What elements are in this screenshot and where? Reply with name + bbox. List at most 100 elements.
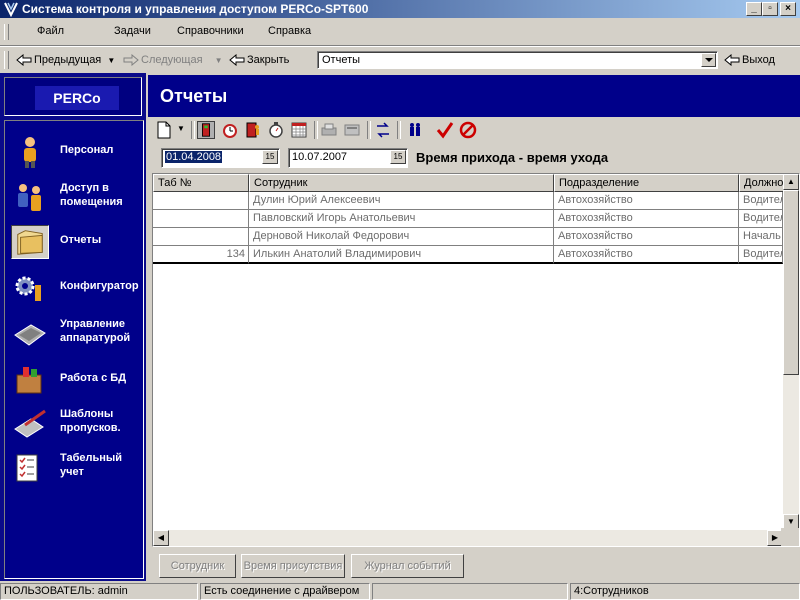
cell-employee: Дерновой Николай Федорович xyxy=(249,228,554,246)
terminal-icon[interactable] xyxy=(197,121,215,139)
event-log-button[interactable]: Журнал событий xyxy=(351,554,464,578)
cell-department: Автохозяйство xyxy=(554,228,739,246)
new-report-icon[interactable] xyxy=(155,121,173,139)
column-header-department[interactable]: Подразделение xyxy=(554,174,739,192)
cell-employee: Дулин Юрий Алексеевич xyxy=(249,192,554,210)
calendar-grid-icon[interactable] xyxy=(290,121,308,139)
report-selector-dropdown-icon[interactable] xyxy=(701,53,716,67)
date-from-calendar-button[interactable]: 15 xyxy=(262,150,278,164)
date-to-field[interactable]: 10.07.2007 15 xyxy=(288,148,408,168)
report-selector[interactable]: Отчеты xyxy=(317,51,718,69)
cancel-icon[interactable] xyxy=(459,121,477,139)
sidebar-item-label: Работа с БД xyxy=(60,372,127,384)
arrow-left-icon xyxy=(16,54,32,67)
timesheet-icon xyxy=(16,454,38,482)
new-report-dropdown-icon[interactable]: ▼ xyxy=(177,124,185,133)
exit-button[interactable]: Выход xyxy=(724,52,775,68)
date-from-field[interactable]: 01.04.2008 15 xyxy=(161,148,280,168)
menu-grip[interactable] xyxy=(4,24,9,40)
minimize-button[interactable]: _ xyxy=(746,2,762,16)
maximize-button[interactable]: ▫ xyxy=(762,2,778,16)
cell-position: Водител xyxy=(739,192,783,210)
date-to-calendar-button[interactable]: 15 xyxy=(390,150,406,164)
alarm-clock-icon[interactable] xyxy=(221,121,239,139)
door-exit-icon[interactable] xyxy=(244,121,262,139)
presence-time-button[interactable]: Время присутствия xyxy=(241,554,345,578)
table-row[interactable]: Дулин Юрий Алексеевич Автохозяйство Води… xyxy=(153,192,783,210)
checkmark-icon[interactable] xyxy=(436,121,454,139)
cell-tab xyxy=(153,210,249,228)
employees-icon[interactable] xyxy=(406,121,424,139)
menu-directories[interactable]: Справочники xyxy=(177,25,244,37)
sidebar-item-label: Отчеты xyxy=(60,234,102,246)
cell-tab xyxy=(153,228,249,246)
toolbar-separator xyxy=(314,121,318,139)
sidebar-item-label: Управление аппаратурой xyxy=(60,318,131,344)
horizontal-scroll-track[interactable] xyxy=(169,530,759,546)
table-row[interactable]: Дерновой Николай Федорович Автохозяйство… xyxy=(153,228,783,246)
close-label: Закрыть xyxy=(247,54,290,66)
cell-department: Автохозяйство xyxy=(554,210,739,228)
cell-department: Автохозяйство xyxy=(554,246,739,264)
toolbar-grip[interactable] xyxy=(4,51,9,69)
status-user: ПОЛЬЗОВАТЕЛЬ: admin xyxy=(0,583,198,600)
close-report-button[interactable]: Закрыть xyxy=(229,52,289,68)
arrow-right-icon xyxy=(123,54,139,67)
sidebar-item-hardware[interactable]: Управление аппаратурой xyxy=(5,313,143,355)
folder-icon xyxy=(11,225,49,259)
toolbar-separator xyxy=(191,121,195,139)
sidebar-item-timesheet[interactable]: Табельный учет xyxy=(5,447,143,489)
next-dropdown-icon[interactable]: ▼ xyxy=(215,56,223,65)
print-icon[interactable] xyxy=(320,121,338,139)
table-row[interactable]: Павловский Игорь Анатольевич Автохозяйст… xyxy=(153,210,783,228)
page-header: Отчеты xyxy=(148,75,800,117)
sidebar-item-label: Шаблоны пропусков. xyxy=(60,408,121,434)
report-table: Таб № Сотрудник Подразделение Должно Дул… xyxy=(152,173,800,547)
sidebar-item-pass-templates[interactable]: Шаблоны пропусков. xyxy=(5,403,143,445)
stopwatch-icon[interactable] xyxy=(267,121,285,139)
horizontal-scrollbar[interactable]: ◀ ▶ xyxy=(153,530,783,546)
column-header-employee[interactable]: Сотрудник xyxy=(249,174,554,192)
sidebar-item-label: Доступ в помещения xyxy=(60,182,123,208)
previous-label: Предыдущая xyxy=(34,54,102,66)
scroll-left-icon[interactable]: ◀ xyxy=(153,530,169,546)
report-toolbar: ▼ xyxy=(148,117,800,142)
sidebar-item-database[interactable]: Работа с БД xyxy=(5,359,143,401)
menu-tasks[interactable]: Задачи xyxy=(114,25,151,37)
status-bar: ПОЛЬЗОВАТЕЛЬ: admin Есть соединение с др… xyxy=(0,581,800,600)
next-label: Следующая xyxy=(141,54,203,66)
sidebar-item-configurator[interactable]: Конфигуратор xyxy=(5,267,143,309)
previous-button[interactable]: Предыдущая ▼ xyxy=(16,52,115,68)
vertical-scrollbar[interactable]: ▲ ▼ xyxy=(783,174,799,530)
next-button[interactable]: Следующая ▼ xyxy=(123,52,223,68)
status-driver-connection: Есть соединение с драйвером xyxy=(200,583,370,600)
title-bar[interactable]: Система контроля и управления доступом P… xyxy=(0,0,800,18)
table-row[interactable]: 134 Илькин Анатолий Владимирович Автохоз… xyxy=(153,246,783,264)
scroll-up-icon[interactable]: ▲ xyxy=(783,174,799,190)
date-to-value: 10.07.2007 xyxy=(292,151,348,163)
cell-employee: Илькин Анатолий Владимирович xyxy=(249,246,554,264)
column-header-tab[interactable]: Таб № xyxy=(153,174,249,192)
cell-position: Водител xyxy=(739,210,783,228)
menu-file[interactable]: Файл xyxy=(37,25,64,37)
exit-arrow-icon xyxy=(724,54,740,67)
status-empty-panel xyxy=(372,583,568,600)
hardware-icon xyxy=(14,324,46,346)
sidebar-item-label: Табельный учет xyxy=(60,452,123,478)
previous-dropdown-icon[interactable]: ▼ xyxy=(107,56,115,65)
toolbar-separator xyxy=(397,121,401,139)
sidebar-logo-area: PERCo xyxy=(4,77,142,116)
perco-logo: PERCo xyxy=(35,86,119,110)
sort-icon[interactable] xyxy=(374,121,392,139)
window-title: Система контроля и управления доступом P… xyxy=(22,2,369,16)
cell-tab xyxy=(153,192,249,210)
sidebar-item-personnel[interactable]: Персонал xyxy=(5,131,143,173)
menu-help[interactable]: Справка xyxy=(268,25,311,37)
employee-button[interactable]: Сотрудник xyxy=(159,554,236,578)
sidebar-item-reports[interactable]: Отчеты xyxy=(5,221,143,263)
report-selector-value: Отчеты xyxy=(322,54,361,66)
print-preview-icon[interactable] xyxy=(343,121,361,139)
sidebar-item-access[interactable]: Доступ в помещения xyxy=(5,177,143,219)
vertical-scroll-thumb[interactable] xyxy=(783,190,799,375)
close-window-button[interactable]: × xyxy=(780,2,796,16)
